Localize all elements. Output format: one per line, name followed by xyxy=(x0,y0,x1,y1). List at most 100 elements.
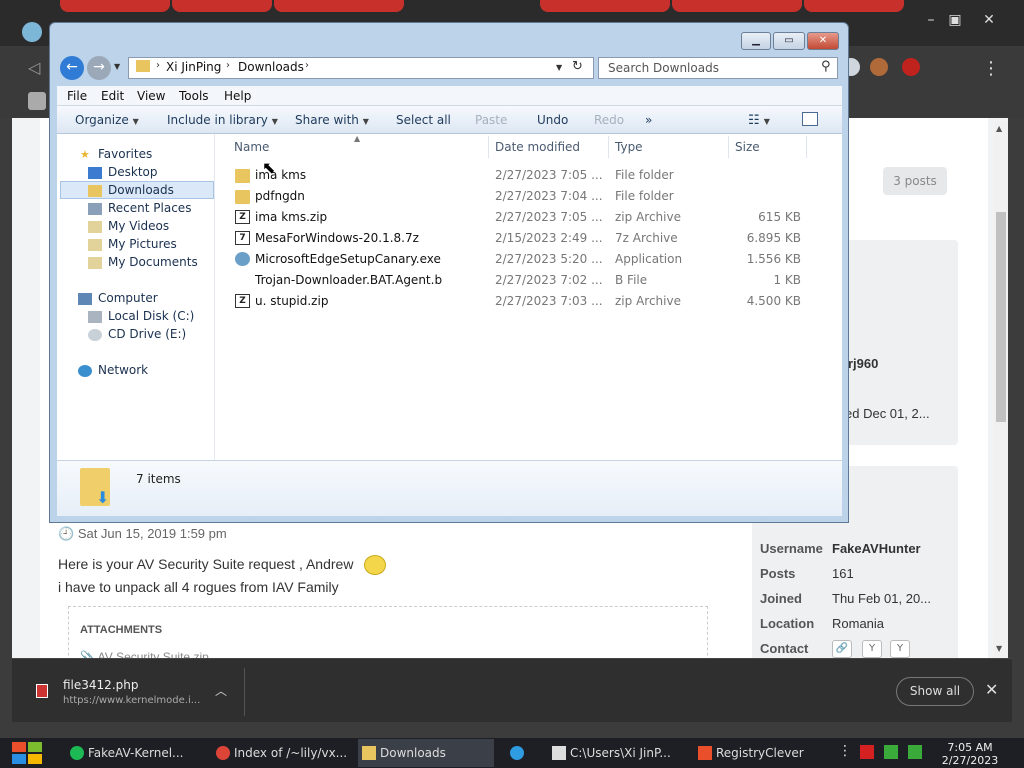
refresh-icon[interactable]: ↻ xyxy=(572,59,583,74)
scrollbar-thumb[interactable] xyxy=(996,212,1006,422)
browser-close-button[interactable]: ✕ xyxy=(974,10,1004,30)
browser-tab[interactable] xyxy=(172,0,272,12)
taskbar-label[interactable]: C:\Users\Xi JinP... xyxy=(570,746,671,760)
chevron-up-icon[interactable]: ︿ xyxy=(215,682,227,699)
organize-button[interactable]: Organize ▼ xyxy=(75,113,139,127)
close-icon[interactable]: ✕ xyxy=(985,680,998,699)
redo-button[interactable]: Redo xyxy=(594,113,624,127)
maximize-button[interactable]: ▭ xyxy=(773,32,805,50)
column-divider[interactable] xyxy=(608,136,609,158)
file-name[interactable]: ima kms.zip xyxy=(255,210,327,224)
close-button[interactable]: ✕ xyxy=(807,32,839,50)
share-label[interactable]: Share with xyxy=(295,113,359,127)
breadcrumb-separator-icon[interactable]: › xyxy=(156,60,160,71)
breadcrumb-separator-icon[interactable]: › xyxy=(226,60,230,71)
share-with-button[interactable]: Share with ▼ xyxy=(295,113,369,127)
search-icon[interactable]: ⚲ xyxy=(821,59,831,74)
ublock-icon[interactable] xyxy=(902,58,920,76)
taskbar-label[interactable]: Downloads xyxy=(380,746,446,760)
nav-favorites[interactable]: Favorites xyxy=(98,147,152,161)
menu-help[interactable]: Help xyxy=(224,89,251,103)
view-options-icon[interactable]: ☷ ▼ xyxy=(748,113,770,128)
back-button[interactable]: ← xyxy=(60,56,84,80)
taskbar-clock[interactable]: 7:05 AM 2/27/2023 xyxy=(940,741,1000,767)
nav-desktop[interactable]: Desktop xyxy=(108,165,158,179)
browser-tab[interactable] xyxy=(540,0,670,12)
browser-tab[interactable] xyxy=(804,0,904,12)
nav-my-documents[interactable]: My Documents xyxy=(108,255,198,269)
taskbar-item-downloads[interactable]: Downloads xyxy=(358,739,494,767)
column-header-type[interactable]: Type xyxy=(615,140,643,154)
taskbar-item-cmd[interactable]: C:\Users\Xi JinP... xyxy=(548,739,684,767)
nav-local-disk[interactable]: Local Disk (C:) xyxy=(108,309,194,323)
breadcrumb-downloads[interactable]: Downloads xyxy=(238,60,304,74)
nav-my-pictures[interactable]: My Pictures xyxy=(108,237,177,251)
column-divider[interactable] xyxy=(728,136,729,158)
more-commands-button[interactable]: » xyxy=(645,113,652,127)
contact-y-icon[interactable]: Y xyxy=(890,640,910,658)
flag-tray-icon[interactable] xyxy=(860,745,874,759)
page-scrollbar[interactable]: ▲ ▼ xyxy=(994,122,1008,658)
contact-y-icon[interactable]: Y xyxy=(862,640,882,658)
website-icon[interactable]: 🔗 xyxy=(832,640,852,658)
scroll-up-icon[interactable]: ▲ xyxy=(996,124,1002,133)
volume-tray-icon[interactable] xyxy=(908,745,922,759)
file-name[interactable]: u. stupid.zip xyxy=(255,294,328,308)
minimize-button[interactable]: ▁ xyxy=(741,32,771,50)
network-tray-icon[interactable] xyxy=(884,745,898,759)
taskbar-overflow-icon[interactable]: ⋮ xyxy=(838,743,852,759)
breadcrumb-separator-icon[interactable]: › xyxy=(305,60,309,71)
browser-back-icon[interactable]: ◁ xyxy=(28,58,40,77)
organize-label[interactable]: Organize xyxy=(75,113,129,127)
file-name[interactable]: pdfngdn xyxy=(255,189,305,203)
profile-avatar[interactable] xyxy=(870,58,888,76)
bookmark-icon[interactable] xyxy=(28,92,46,110)
paste-button[interactable]: Paste xyxy=(475,113,507,127)
browser-tab[interactable] xyxy=(672,0,802,12)
undo-button[interactable]: Undo xyxy=(537,113,568,127)
pdf-file-icon[interactable] xyxy=(36,684,48,698)
steam-icon[interactable] xyxy=(22,22,42,42)
column-divider[interactable] xyxy=(488,136,489,158)
breadcrumb-root[interactable]: Xi JinPing xyxy=(166,60,221,74)
column-header-date[interactable]: Date modified xyxy=(495,140,580,154)
column-divider[interactable] xyxy=(806,136,807,158)
author-name-fragment[interactable]: rj960 xyxy=(848,356,878,371)
taskbar-label[interactable]: RegistryClever xyxy=(716,746,804,760)
column-header-name[interactable]: Name xyxy=(234,140,269,154)
nav-recent-places[interactable]: Recent Places xyxy=(108,201,191,215)
recent-pages-dropdown-icon[interactable]: ▼ xyxy=(114,62,120,71)
nav-network[interactable]: Network xyxy=(98,363,148,377)
nav-downloads[interactable]: Downloads xyxy=(108,183,174,197)
file-name[interactable]: MicrosoftEdgeSetupCanary.exe xyxy=(255,252,441,266)
browser-tab[interactable] xyxy=(60,0,170,12)
taskbar-item-registryclever[interactable]: RegistryClever xyxy=(694,739,824,767)
download-filename[interactable]: file3412.php xyxy=(63,678,138,692)
taskbar-label[interactable]: FakeAV-Kernel... xyxy=(88,746,183,760)
file-name[interactable]: MesaForWindows-20.1.8.7z xyxy=(255,231,419,245)
taskbar-item-index[interactable]: Index of /~lily/vx... xyxy=(212,739,350,767)
posts-value[interactable]: 161 xyxy=(832,566,854,581)
browser-maximize-button[interactable]: ▣ xyxy=(940,10,970,30)
select-all-button[interactable]: Select all xyxy=(396,113,451,127)
menu-tools[interactable]: Tools xyxy=(179,89,209,103)
show-all-button[interactable]: Show all xyxy=(896,677,974,706)
download-url[interactable]: https://www.kernelmode.i... xyxy=(63,695,200,706)
include-label[interactable]: Include in library xyxy=(167,113,268,127)
address-dropdown-icon[interactable]: ▼ xyxy=(556,63,562,72)
nav-computer[interactable]: Computer xyxy=(98,291,158,305)
nav-my-videos[interactable]: My Videos xyxy=(108,219,169,233)
nav-cd-drive[interactable]: CD Drive (E:) xyxy=(108,327,186,341)
windows-logo-icon[interactable] xyxy=(10,740,44,766)
column-header-size[interactable]: Size xyxy=(735,140,760,154)
username-value[interactable]: FakeAVHunter xyxy=(832,541,921,556)
taskbar-item-fakeav[interactable]: FakeAV-Kernel... xyxy=(66,739,202,767)
scroll-down-icon[interactable]: ▼ xyxy=(996,644,1002,653)
preview-pane-icon[interactable] xyxy=(802,112,818,126)
browser-tab[interactable] xyxy=(274,0,404,12)
menu-edit[interactable]: Edit xyxy=(101,89,124,103)
taskbar-label[interactable]: Index of /~lily/vx... xyxy=(234,746,347,760)
forward-button[interactable]: → xyxy=(87,56,111,80)
file-name[interactable]: Trojan-Downloader.BAT.Agent.b xyxy=(255,273,442,287)
menu-file[interactable]: File xyxy=(67,89,87,103)
